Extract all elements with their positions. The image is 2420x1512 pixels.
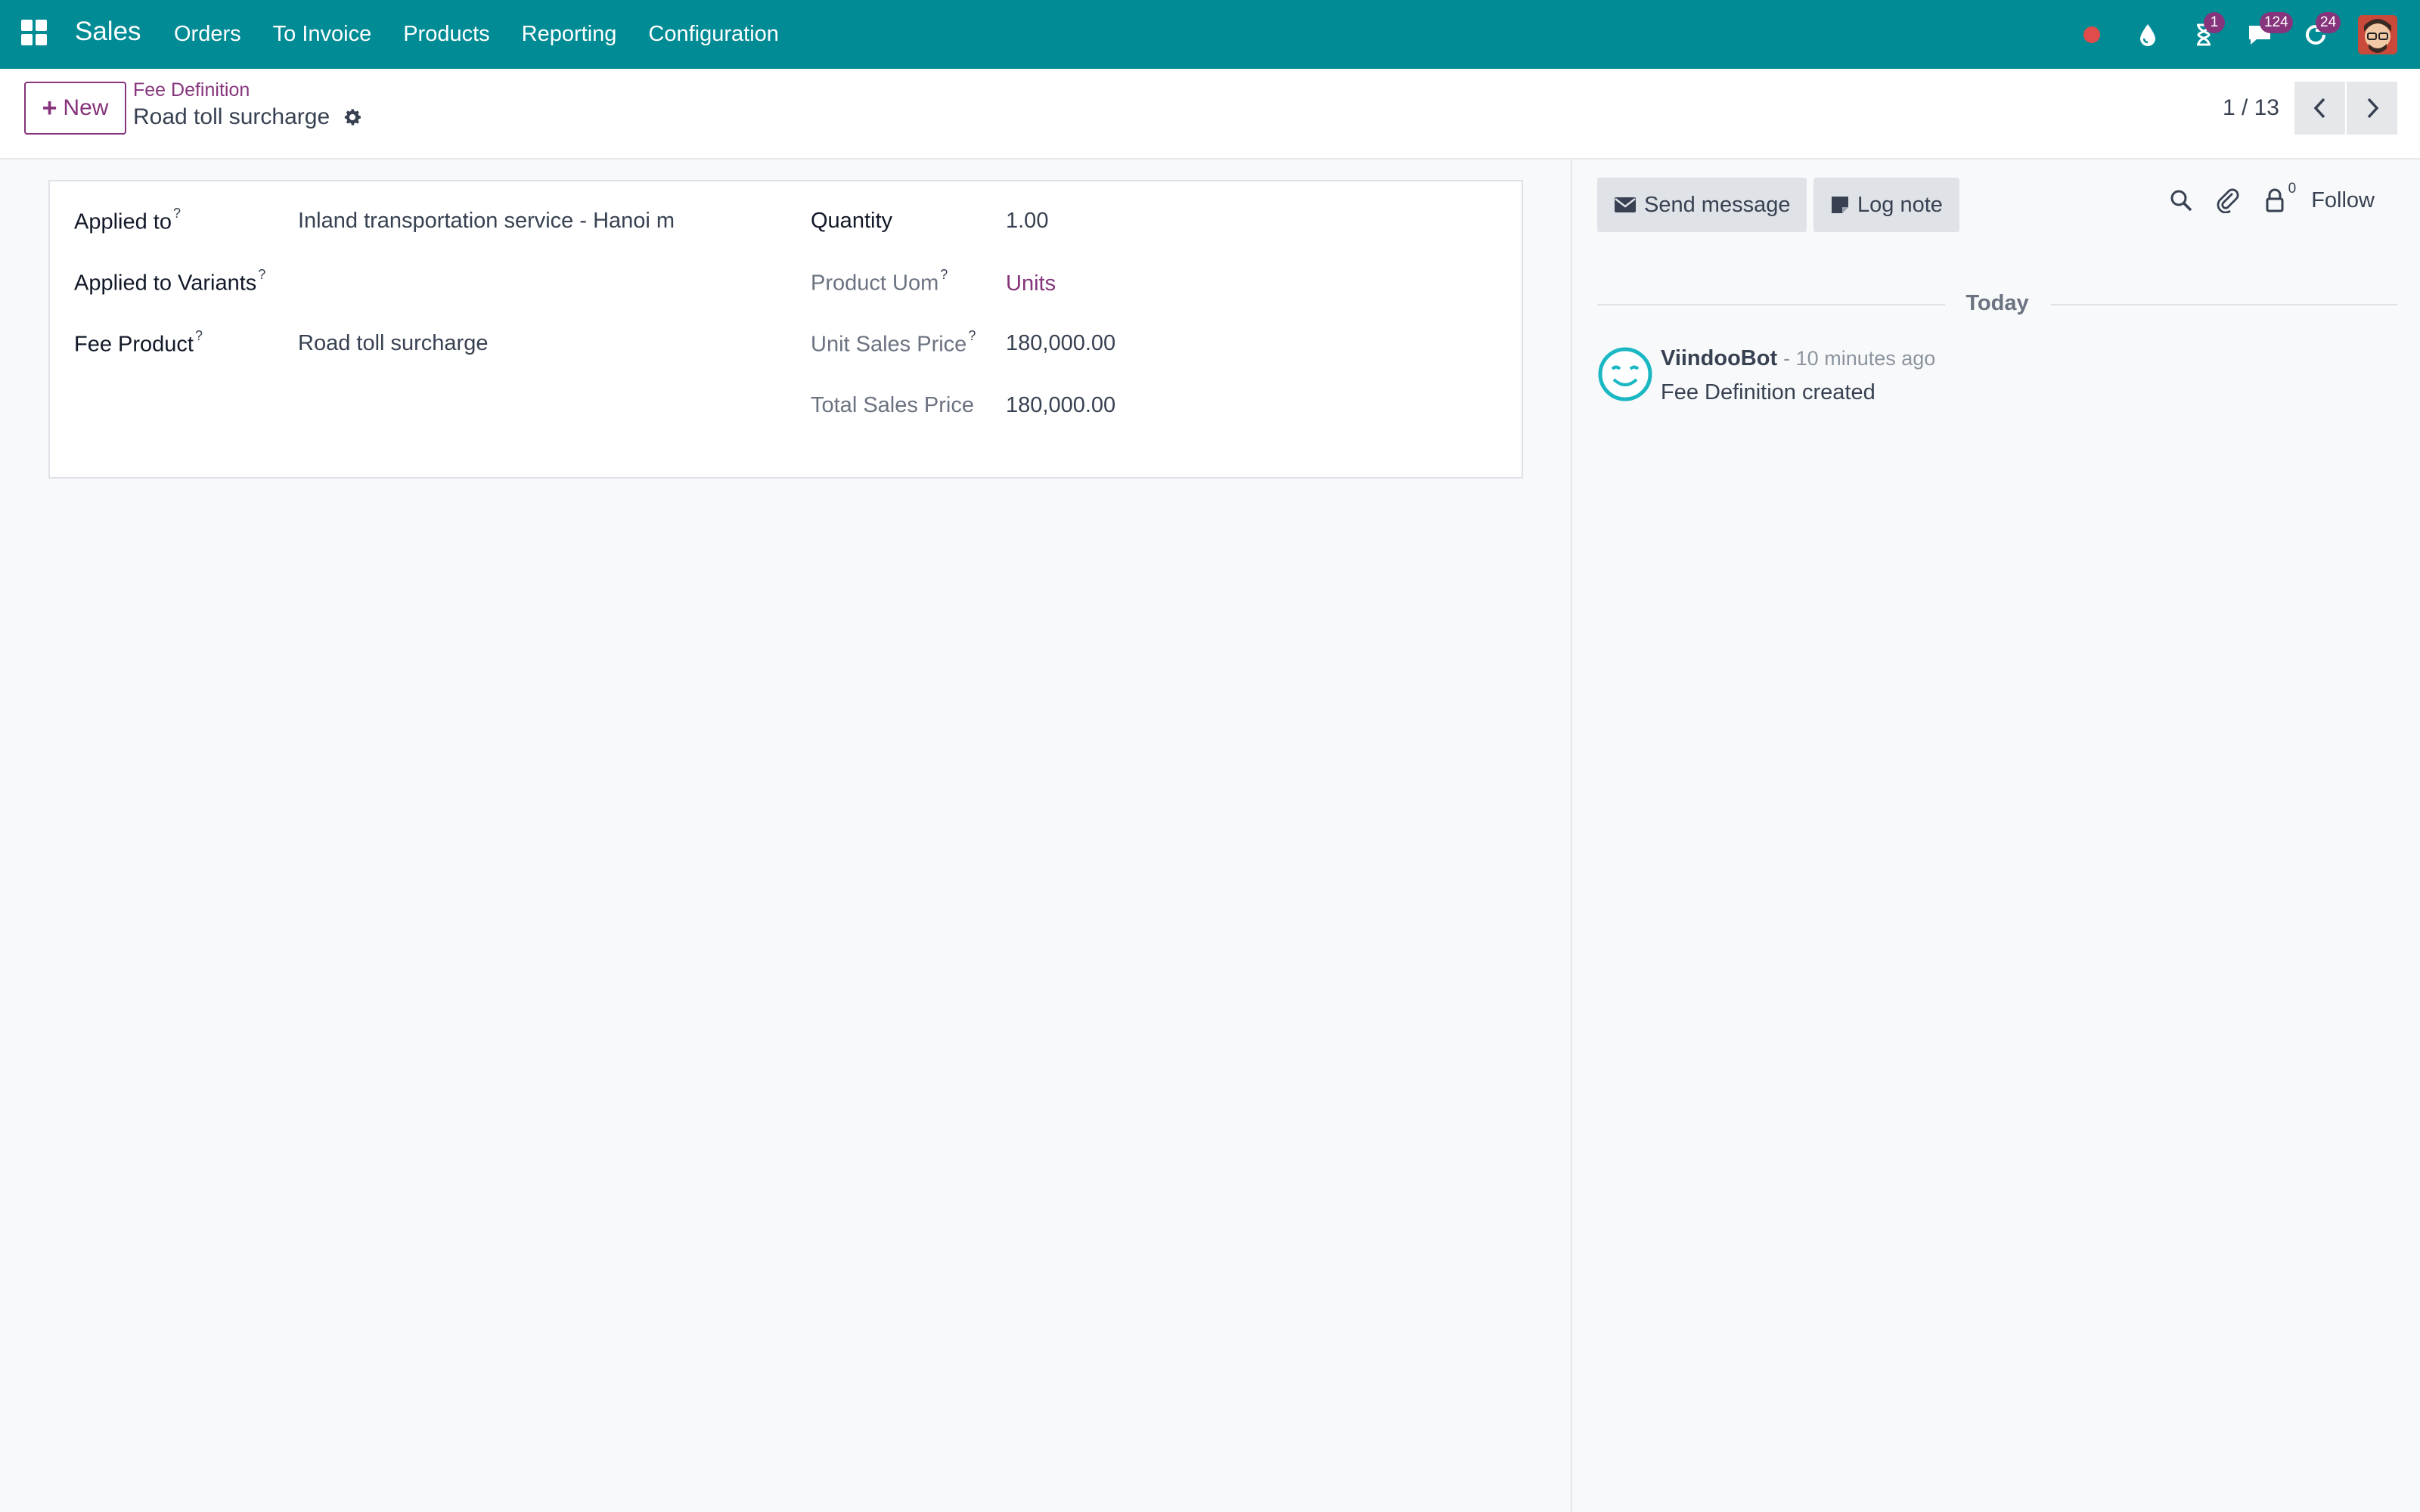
chevron-right-icon	[2367, 98, 2378, 119]
menu-reporting[interactable]: Reporting	[522, 22, 617, 47]
log-note-button[interactable]: Log note	[1813, 178, 1959, 232]
quantity-label: Quantity	[811, 209, 892, 233]
help-tooltip-icon[interactable]: ?	[258, 267, 265, 282]
pager-next-button[interactable]	[2347, 82, 2397, 135]
date-separator-label: Today	[1965, 291, 2029, 315]
control-panel: + New Fee Definition Road toll surcharge…	[0, 69, 2420, 160]
updates-count-badge: 24	[2316, 11, 2341, 33]
help-tooltip-icon[interactable]: ?	[968, 328, 976, 343]
systray: 1 124 24	[2051, 0, 2397, 69]
message-author: ViindooBot - 10 minutes ago	[1661, 346, 1936, 370]
total-sales-price-value: 180,000.00	[1006, 393, 1116, 417]
pager-value[interactable]: 1 / 13	[2223, 95, 2279, 121]
chatter-divider	[1571, 160, 1572, 1512]
fee-product-label: Fee Product?	[74, 328, 203, 357]
note-icon	[1832, 197, 1848, 213]
product-uom-label: Product Uom?	[811, 267, 948, 296]
menu-products[interactable]: Products	[403, 22, 489, 47]
follow-button[interactable]: Follow	[2311, 188, 2375, 213]
product-uom-link[interactable]: Units	[1006, 271, 1056, 296]
messages-count-badge: 124	[2260, 11, 2293, 33]
pager-previous-button[interactable]	[2294, 82, 2345, 135]
form-sheet: Applied to? Inland transportation servic…	[48, 180, 1523, 479]
top-navbar: Sales Orders To Invoice Products Reporti…	[0, 0, 2420, 69]
plus-icon: +	[42, 93, 57, 122]
new-button[interactable]: + New	[24, 82, 126, 135]
followers-lock-icon[interactable]: 0	[2260, 181, 2296, 215]
help-tooltip-icon[interactable]: ?	[940, 267, 948, 282]
record-title: Road toll surcharge	[133, 104, 330, 129]
unit-sales-price-value: 180,000.00	[1006, 331, 1116, 355]
apps-grid-icon[interactable]	[21, 20, 48, 47]
droplet-icon[interactable]	[2133, 20, 2163, 50]
menu-orders[interactable]: Orders	[174, 22, 241, 47]
fee-product-field[interactable]: Road toll surcharge	[298, 331, 488, 356]
menu-to-invoice[interactable]: To Invoice	[273, 22, 372, 47]
bot-smiley-avatar-icon	[1598, 347, 1652, 401]
unit-sales-price-label: Unit Sales Price?	[811, 328, 976, 357]
updates-refresh-icon[interactable]: 24	[2301, 11, 2341, 50]
activity-count-badge: 1	[2204, 11, 2225, 33]
messages-icon[interactable]: 124	[2245, 11, 2293, 50]
chevron-left-icon	[2313, 98, 2325, 119]
pager: 1 / 13	[2223, 82, 2397, 135]
followers-count: 0	[2288, 181, 2297, 197]
gear-icon[interactable]	[342, 107, 363, 128]
new-button-label: New	[63, 95, 109, 120]
envelope-icon	[1615, 197, 1636, 212]
chatter-tools: 0 Follow	[2149, 181, 2375, 215]
activity-hourglass-icon[interactable]: 1	[2189, 11, 2225, 50]
user-avatar[interactable]	[2358, 14, 2397, 54]
breadcrumb: Fee Definition Road toll surcharge	[133, 79, 363, 130]
menu-configuration[interactable]: Configuration	[648, 22, 779, 47]
app-brand[interactable]: Sales	[75, 17, 141, 47]
applied-to-label: Applied to?	[74, 206, 182, 234]
applied-to-variants-label: Applied to Variants?	[74, 267, 266, 296]
date-separator: Today	[1597, 291, 2397, 317]
breadcrumb-parent-link[interactable]: Fee Definition	[133, 79, 363, 101]
message-date: - 10 minutes ago	[1783, 347, 1936, 370]
recording-indicator-icon[interactable]	[2077, 20, 2107, 50]
applied-to-variants-field[interactable]	[298, 270, 734, 297]
search-icon[interactable]	[2166, 185, 2196, 215]
help-tooltip-icon[interactable]: ?	[173, 206, 181, 221]
paperclip-icon[interactable]	[2213, 185, 2243, 215]
send-message-button[interactable]: Send message	[1597, 178, 1807, 232]
applied-to-field[interactable]: Inland transportation service - Hanoi m	[298, 209, 734, 234]
quantity-field[interactable]: 1.00	[1006, 209, 1048, 234]
total-sales-price-label: Total Sales Price	[811, 393, 974, 417]
help-tooltip-icon[interactable]: ?	[195, 328, 203, 343]
main-menu: Orders To Invoice Products Reporting Con…	[174, 0, 811, 69]
message-body: Fee Definition created	[1661, 380, 1876, 404]
